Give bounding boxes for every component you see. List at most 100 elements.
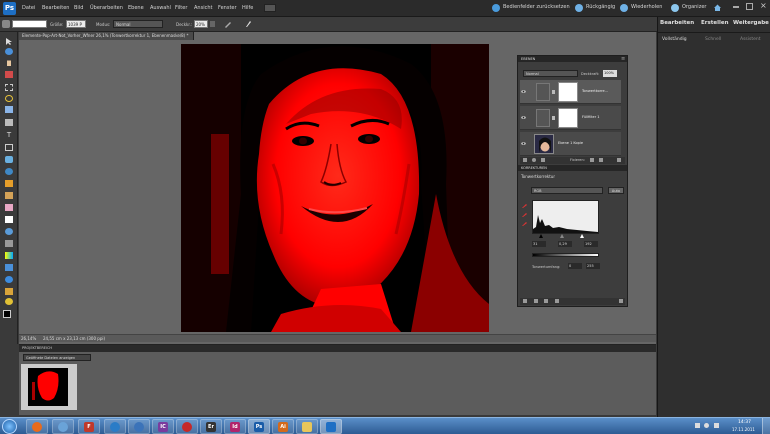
layer-row[interactable]: Ebene 1 Kopie [520, 132, 621, 156]
mask-icon[interactable] [541, 158, 545, 162]
menu-ansicht[interactable]: Ansicht [194, 5, 212, 11]
healing-brush-tool-icon[interactable] [5, 180, 13, 187]
organizer-button[interactable]: Organizer [682, 4, 706, 10]
foreground-color-swatch[interactable] [3, 310, 11, 318]
tab-erstellen[interactable]: Erstellen [701, 20, 729, 32]
redo-button[interactable]: Wiederholen [631, 4, 662, 10]
red-eye-tool-icon[interactable] [5, 168, 13, 175]
show-desktop-button[interactable] [762, 418, 770, 434]
taskbar-illustrator[interactable]: Ai [272, 419, 294, 434]
image-canvas[interactable] [181, 44, 489, 332]
layer-mask-thumbnail[interactable] [558, 82, 578, 102]
project-bin-selected-item[interactable] [21, 364, 77, 410]
sponge-tool-icon[interactable] [5, 288, 13, 295]
subtab-vollstaendig[interactable]: Vollständig [662, 37, 687, 42]
menu-auswahl[interactable]: Auswahl [150, 5, 171, 11]
taskbar-app-blue[interactable] [104, 419, 126, 434]
input-white-field[interactable]: 192 [584, 241, 598, 247]
taskbar-app-globe[interactable] [128, 419, 150, 434]
reset-panels-button[interactable]: Bedienfelder zurücksetzen [503, 4, 570, 10]
move-tool-icon[interactable] [5, 38, 13, 45]
layer-opacity-field[interactable]: 100% [603, 70, 617, 77]
pencil-tool-icon[interactable] [5, 298, 13, 305]
visibility-eye-icon[interactable] [521, 115, 526, 120]
undo-button[interactable]: Rückgängig [586, 4, 615, 10]
document-tab[interactable]: Elemente-Pop-Art-Not_Vorher_Wfner 26,1% … [19, 32, 194, 40]
taskbar-app-red[interactable] [176, 419, 198, 434]
trash-icon[interactable] [617, 158, 621, 162]
gradient-tool-icon[interactable] [5, 252, 13, 259]
menu-fenster[interactable]: Fenster [218, 5, 237, 11]
project-bin-thumbnail[interactable] [28, 368, 68, 406]
previous-state-icon[interactable] [555, 299, 559, 303]
taskbar-photoshop[interactable]: Ps [248, 419, 270, 434]
layer-photo-thumbnail[interactable] [534, 134, 554, 154]
tray-network-icon[interactable] [695, 423, 700, 428]
quick-selection-tool-icon[interactable] [5, 119, 13, 126]
subtab-assistent[interactable]: Assistent [740, 37, 761, 42]
blend-mode-select[interactable]: Normal [523, 70, 578, 77]
close-icon[interactable]: × [760, 2, 767, 10]
panel-menu-icon[interactable]: ≡ [621, 56, 625, 62]
visibility-eye-icon[interactable] [521, 141, 526, 146]
taskbar-active-window[interactable] [320, 419, 342, 434]
recompose-tool-icon[interactable] [5, 156, 13, 163]
visibility-eye-icon[interactable] [521, 89, 526, 94]
menu-ueberarbeiten[interactable]: Überarbeiten [90, 5, 123, 11]
lock-all-icon[interactable] [599, 158, 603, 162]
brush-tool-preset-icon[interactable] [2, 20, 10, 28]
taskbar-app-ic[interactable]: IC [152, 419, 174, 434]
taskbar-filezilla[interactable]: F [78, 419, 100, 434]
type-tool-icon[interactable]: T [5, 132, 13, 139]
taskbar-firefox[interactable] [26, 419, 48, 434]
tray-power-icon[interactable] [714, 423, 719, 428]
zoom-level[interactable]: 26,14% [21, 336, 36, 341]
menu-bearbeiten[interactable]: Bearbeiten [42, 5, 69, 11]
project-bin-filter-select[interactable]: Geöffnete Dateien anzeigen [23, 354, 91, 361]
clock-time[interactable]: 14:37 [738, 420, 751, 425]
clone-stamp-tool-icon[interactable] [5, 192, 13, 199]
new-layer-icon[interactable] [523, 158, 527, 162]
adjustment-icon[interactable] [532, 158, 536, 162]
gray-point-eyedropper-icon[interactable] [522, 211, 528, 217]
opacity-dropdown[interactable] [210, 21, 215, 27]
blur-tool-icon[interactable] [5, 276, 13, 283]
shape-tool-icon[interactable] [5, 264, 13, 271]
brush-tool-icon[interactable] [5, 216, 13, 223]
start-button[interactable] [2, 419, 17, 434]
marquee-tool-icon[interactable] [5, 84, 13, 91]
subtab-schnell[interactable]: Schnell [705, 37, 721, 42]
menu-ebene[interactable]: Ebene [128, 5, 144, 11]
brush-preview[interactable] [12, 20, 47, 28]
opacity-field[interactable]: 20% [194, 20, 208, 28]
crop-tool-icon[interactable] [5, 144, 13, 151]
channel-select[interactable]: RGB [531, 187, 603, 194]
menu-filter[interactable]: Filter [175, 5, 187, 11]
hand-tool-icon[interactable] [5, 59, 13, 66]
brush-settings-icon[interactable] [244, 20, 252, 28]
delete-adjustment-icon[interactable] [619, 299, 623, 303]
taskbar-indesign[interactable]: Id [224, 419, 246, 434]
menu-bild[interactable]: Bild [74, 5, 83, 11]
size-field[interactable]: 1039 P [66, 20, 86, 28]
input-black-field[interactable]: 31 [532, 241, 546, 247]
taskbar-app-dark[interactable]: Er [200, 419, 222, 434]
lock-transparent-icon[interactable] [590, 158, 594, 162]
white-point-eyedropper-icon[interactable] [522, 220, 528, 226]
toggle-visibility-icon[interactable] [534, 299, 538, 303]
menu-datei[interactable]: Datei [22, 5, 35, 11]
output-black-field[interactable]: 0 [568, 263, 582, 269]
clip-to-layer-icon[interactable] [523, 299, 527, 303]
lasso-tool-icon[interactable] [5, 95, 13, 102]
auto-button[interactable]: Auto [608, 187, 624, 194]
output-white-field[interactable]: 255 [586, 263, 600, 269]
reset-adjustment-icon[interactable] [544, 299, 548, 303]
tab-weitergabe[interactable]: Weitergabe [733, 20, 769, 32]
minimize-icon[interactable] [733, 6, 739, 8]
taskbar-explorer[interactable] [296, 419, 318, 434]
layer-mask-thumbnail[interactable] [558, 108, 578, 128]
eraser-tool-icon[interactable] [5, 204, 13, 211]
clock-date[interactable]: 17.11.2011 [732, 427, 755, 432]
home-icon[interactable] [713, 3, 722, 12]
magic-wand-tool-icon[interactable] [5, 106, 13, 113]
